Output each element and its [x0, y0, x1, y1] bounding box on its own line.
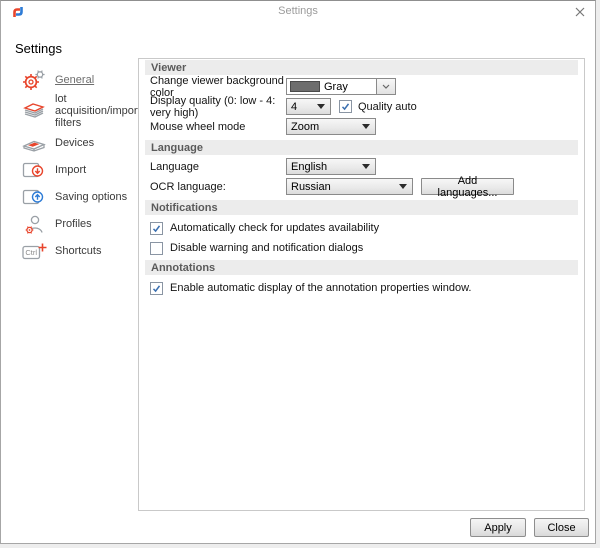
background-color-select[interactable]: Gray [286, 78, 396, 95]
ui-language-select[interactable]: English [286, 158, 376, 175]
quality-auto-checkbox[interactable] [339, 100, 352, 113]
mouse-wheel-mode-select[interactable]: Zoom [286, 118, 376, 135]
mouse-wheel-mode-row: Mouse wheel mode Zoom [150, 118, 584, 135]
ocr-language-select[interactable]: Russian [286, 178, 413, 195]
section-title: Language [151, 141, 203, 154]
sidebar-item-label: General [55, 73, 95, 86]
disable-dialogs-checkbox[interactable] [150, 241, 163, 255]
add-languages-button[interactable]: Add languages... [421, 175, 514, 199]
close-icon[interactable] [574, 6, 586, 18]
paper-stack-icon [21, 99, 47, 123]
title-bar: Settings [1, 1, 595, 23]
sidebar-item-label: Import [55, 163, 87, 176]
display-quality-select[interactable]: 4 [286, 98, 331, 115]
user-profile-icon [21, 212, 47, 236]
window-title: Settings [278, 5, 318, 17]
viewer-background-color-row: Change viewer background color Gray [150, 75, 584, 99]
section-title: Notifications [151, 201, 218, 214]
scanner-icon [21, 131, 47, 155]
annotation-auto-display-checkbox[interactable] [150, 281, 163, 295]
dropdown-arrow-icon [399, 184, 407, 189]
sidebar: Settings General lot acquisition/import … [1, 23, 141, 543]
sidebar-item-label: Profiles [55, 217, 92, 230]
sidebar-item-label: Shortcuts [55, 244, 102, 257]
sidebar-item-saving-options[interactable]: Saving options [21, 183, 138, 210]
annotation-auto-display-row: Enable automatic display of the annotati… [150, 281, 584, 295]
section-header-notifications: Notifications [145, 200, 578, 215]
quality-auto-label: Quality auto [358, 100, 417, 113]
sidebar-heading: Settings [15, 41, 62, 56]
sidebar-item-label: Devices [55, 136, 95, 149]
dropdown-arrow-icon [362, 124, 370, 129]
display-quality-value: 4 [291, 100, 298, 113]
gray-color-swatch [290, 81, 320, 92]
svg-text:Ctrl: Ctrl [25, 248, 37, 257]
sidebar-item-label: lot acquisition/import filters [55, 93, 141, 129]
ctrl-key-icon: Ctrl [21, 239, 47, 263]
section-title: Annotations [151, 261, 216, 274]
dropdown-arrow-icon [362, 164, 370, 169]
close-button[interactable]: Close [534, 518, 589, 537]
sidebar-item-label: Saving options [55, 190, 128, 203]
apply-button[interactable]: Apply [470, 518, 526, 537]
section-header-language: Language [145, 140, 578, 155]
sidebar-item-devices[interactable]: Devices [21, 129, 138, 156]
section-header-viewer: Viewer [145, 60, 578, 75]
ocr-language-value: Russian [291, 180, 331, 193]
settings-panel: Viewer Change viewer background color Gr… [138, 58, 585, 511]
sidebar-item-import[interactable]: Import [21, 156, 138, 183]
mouse-wheel-label: Mouse wheel mode [150, 120, 246, 133]
ui-language-value: English [291, 160, 328, 173]
chevron-down-icon[interactable] [376, 79, 395, 94]
import-document-icon [21, 158, 47, 182]
gears-icon [21, 68, 47, 92]
display-quality-label: Display quality (0: low - 4: very high) [150, 94, 276, 119]
annotation-auto-display-label: Enable automatic display of the annotati… [170, 282, 472, 294]
sidebar-item-shortcuts[interactable]: Ctrl Shortcuts [21, 237, 138, 264]
section-title: Viewer [151, 61, 187, 74]
check-updates-checkbox[interactable] [150, 221, 163, 235]
section-header-annotations: Annotations [145, 260, 578, 275]
sidebar-item-general[interactable]: General [21, 66, 138, 93]
save-document-icon [21, 185, 47, 209]
check-updates-label: Automatically check for updates availabi… [170, 222, 380, 234]
check-updates-row: Automatically check for updates availabi… [150, 221, 584, 235]
ui-language-label: Language [150, 160, 199, 173]
sidebar-item-profiles[interactable]: Profiles [21, 210, 138, 237]
dropdown-arrow-icon [317, 104, 325, 109]
sidebar-item-lot-acquisition-import-filters[interactable]: lot acquisition/import filters [21, 93, 141, 129]
ocr-language-label: OCR language: [150, 180, 226, 193]
background-color-value: Gray [324, 80, 348, 93]
ui-language-row: Language English [150, 158, 584, 175]
settings-window: Settings Settings General lot acquisitio… [0, 0, 600, 548]
disable-dialogs-label: Disable warning and notification dialogs [170, 242, 364, 254]
mouse-wheel-value: Zoom [291, 120, 320, 133]
window-frame: Settings Settings General lot acquisitio… [0, 0, 596, 544]
display-quality-row: Display quality (0: low - 4: very high) … [150, 95, 584, 119]
disable-dialogs-row: Disable warning and notification dialogs [150, 241, 584, 255]
ocr-language-row: OCR language: Russian Add languages... [150, 175, 584, 199]
